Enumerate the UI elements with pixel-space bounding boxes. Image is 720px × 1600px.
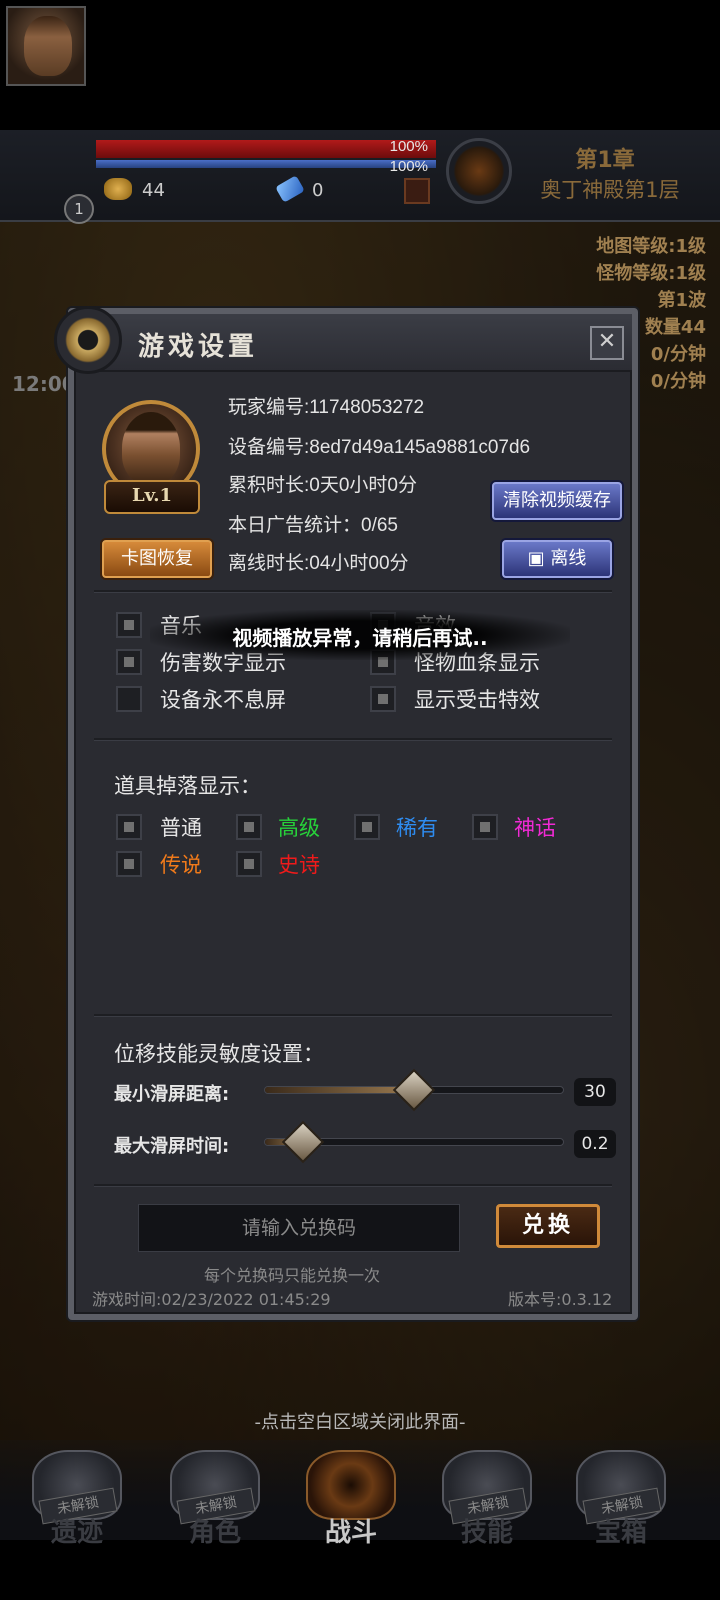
wave-stat: 第1波 <box>657 290 706 311</box>
settings-dialog: 游戏设置 ✕ Lv.1 玩家编号:11748053272 设备编号:8ed7d4… <box>54 306 638 1320</box>
sensitivity-title: 位移技能灵敏度设置： <box>114 1042 324 1066</box>
tab-label: 角色 <box>188 1518 241 1548</box>
rate-stat-1: 0/分钟 <box>650 344 706 365</box>
hp-bar <box>96 140 436 158</box>
ad-stats: 本日广告统计：0/65 <box>228 515 398 536</box>
player-level-badge: Lv.1 <box>104 480 200 514</box>
offline-button-label: 离线 <box>550 548 587 569</box>
hud-avatar[interactable] <box>6 6 86 86</box>
drop-rare-checkbox[interactable] <box>354 814 380 840</box>
battle-emblem-icon <box>306 1450 396 1520</box>
drop-advanced-checkbox[interactable] <box>236 814 262 840</box>
tab-battle[interactable]: 战斗 <box>296 1450 406 1548</box>
close-hint[interactable]: -点击空白区域关闭此界面- <box>0 1408 720 1434</box>
offline-time: 离线时长:04小时00分 <box>228 553 409 574</box>
hud-level-badge: 1 <box>64 194 94 224</box>
map-level-stat: 地图等级:1级 <box>596 236 706 257</box>
redeem-button[interactable]: 兑换 <box>496 1204 600 1248</box>
max-time-value: 0.2 <box>574 1130 616 1158</box>
gold-count: 44 <box>142 180 165 201</box>
drop-display-title: 道具掉落显示： <box>114 774 261 798</box>
clear-video-cache-button[interactable]: 清除视频缓存 <box>492 482 622 520</box>
screen-always-on-checkbox[interactable] <box>116 686 142 712</box>
drop-legendary-label: 传说 <box>160 853 202 877</box>
dialog-header: 游戏设置 ✕ <box>54 306 632 374</box>
divider <box>94 1014 612 1016</box>
drop-mythic-checkbox[interactable] <box>472 814 498 840</box>
rate-stat-2: 0/分钟 <box>650 371 706 392</box>
close-button[interactable]: ✕ <box>590 326 624 360</box>
tab-relics[interactable]: 未解锁 遗迹 <box>22 1450 132 1548</box>
tab-label: 技能 <box>460 1518 513 1548</box>
floor-label: 奥丁神殿第1层 <box>540 178 680 202</box>
device-id: 设备编号:8ed7d49a145a9881c07d6 <box>228 437 531 458</box>
min-distance-label: 最小滑屏距离: <box>114 1084 230 1105</box>
gem-count: 0 <box>312 180 324 201</box>
tab-chest[interactable]: 未解锁 宝箱 <box>566 1450 676 1548</box>
tab-label: 宝箱 <box>594 1518 647 1548</box>
chapter-label: 第1章 <box>575 148 635 173</box>
count-stat: 数量44 <box>644 317 706 338</box>
gold-icon <box>104 178 132 200</box>
redeem-code-input[interactable]: 请输入兑换码 <box>138 1204 460 1252</box>
version-label: 版本号:0.3.12 <box>508 1290 613 1309</box>
drop-mythic-label: 神话 <box>514 816 556 840</box>
portal-orb-icon[interactable] <box>446 138 512 204</box>
tab-skills[interactable]: 未解锁 技能 <box>432 1450 542 1548</box>
offline-button[interactable]: ▣ 离线 <box>502 540 612 578</box>
drop-rare-label: 稀有 <box>396 816 438 840</box>
max-time-thumb[interactable] <box>281 1120 325 1164</box>
clock-label: 12:00 <box>12 372 76 396</box>
drop-common-label: 普通 <box>160 816 202 840</box>
hit-effect-label: 显示受击特效 <box>414 688 540 712</box>
damage-numbers-checkbox[interactable] <box>116 649 142 675</box>
game-time: 游戏时间:02/23/2022 01:45:29 <box>92 1290 331 1309</box>
redeem-note: 每个兑换码只能兑换一次 <box>204 1266 381 1285</box>
screen-always-on-label: 设备永不息屏 <box>160 688 286 712</box>
tab-label: 战斗 <box>324 1518 377 1548</box>
tab-character[interactable]: 未解锁 角色 <box>160 1450 270 1548</box>
drop-epic-label: 史诗 <box>278 853 320 877</box>
toast-message: 视频播放异常，请稍后再试.. <box>232 626 488 650</box>
hp-percent: 100% <box>389 138 428 155</box>
drop-legendary-checkbox[interactable] <box>116 851 142 877</box>
drop-advanced-label: 高级 <box>278 816 320 840</box>
max-time-label: 最大滑屏时间: <box>114 1136 230 1157</box>
drop-common-checkbox[interactable] <box>116 814 142 840</box>
divider <box>94 1184 612 1186</box>
tab-label: 遗迹 <box>50 1518 103 1548</box>
restore-map-button[interactable]: 卡图恢复 <box>102 540 212 578</box>
min-distance-thumb[interactable] <box>392 1068 436 1112</box>
dialog-title: 游戏设置 <box>138 332 259 362</box>
mp-bar <box>96 160 436 168</box>
player-id: 玩家编号:11748053272 <box>228 397 425 418</box>
mp-percent: 100% <box>389 158 428 175</box>
spellbook-icon[interactable] <box>404 178 430 204</box>
total-play-time: 累积时长:0天0小时0分 <box>228 475 417 496</box>
monster-level-stat: 怪物等级:1级 <box>596 263 706 284</box>
gear-icon <box>54 306 122 374</box>
hit-effect-checkbox[interactable] <box>370 686 396 712</box>
drop-epic-checkbox[interactable] <box>236 851 262 877</box>
divider <box>94 738 612 740</box>
min-distance-value: 30 <box>574 1078 616 1106</box>
camera-icon: ▣ <box>527 548 551 569</box>
divider <box>94 590 612 592</box>
